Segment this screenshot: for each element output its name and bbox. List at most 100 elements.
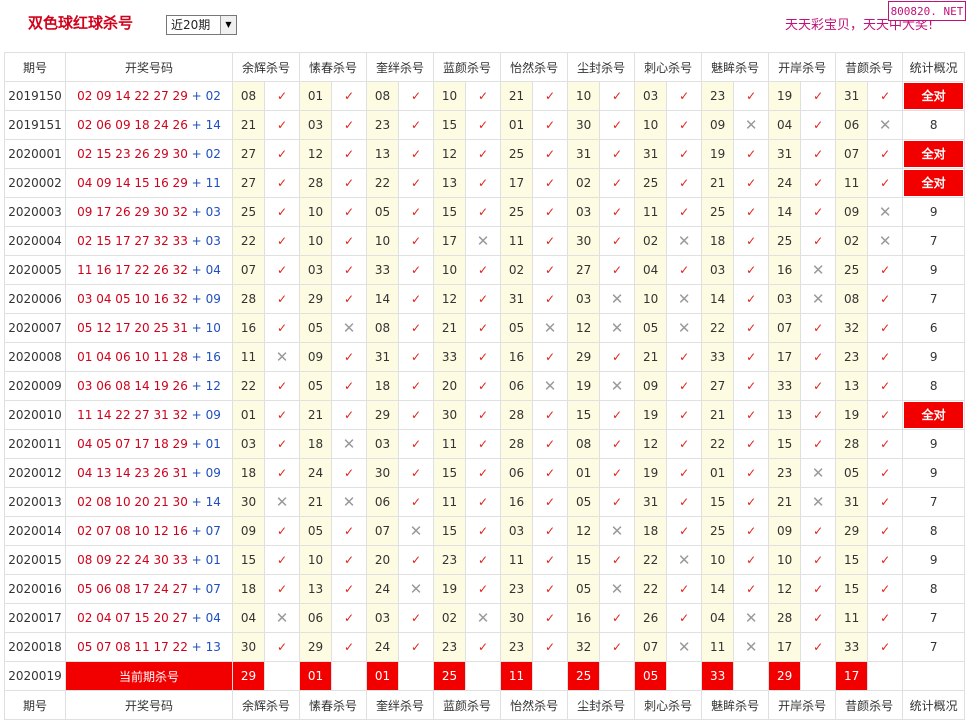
kill-number: 11 — [500, 226, 534, 256]
issue-cell: 2020010 — [4, 400, 66, 430]
kill-number: 14 — [768, 197, 802, 227]
check-icon: ✓ — [398, 342, 435, 372]
blue-ball: 10 — [205, 321, 221, 335]
stat-cell: 8 — [902, 110, 966, 140]
kill-number: 06 — [500, 371, 534, 401]
kill-number: 14 — [701, 284, 735, 314]
kill-number: 03 — [299, 255, 333, 285]
check-icon: ✓ — [599, 168, 636, 198]
table-row: 2020004 02 15 17 27 32 33 + 03 22 ✓ 10 ✓ 10 ✓ 17… — [4, 226, 966, 256]
blue-ball: 12 — [205, 379, 221, 393]
table-row: 2020001 02 15 23 26 29 30 + 02 27 ✓ 12 ✓ 13 ✓ 12… — [4, 139, 966, 169]
kill-number: 08 — [835, 284, 869, 314]
check-icon: ✓ — [263, 371, 301, 401]
header-expert: 昔颜杀号 — [835, 690, 904, 720]
check-icon: ✓ — [599, 603, 636, 633]
kill-number: 15 — [433, 458, 467, 488]
kill-number: 23 — [835, 342, 869, 372]
kill-number: 21 — [768, 487, 802, 517]
kill-number: 13 — [433, 168, 467, 198]
table-row: 2020009 03 06 08 14 19 26 + 12 22 ✓ 05 ✓ 18 ✓ 20… — [4, 371, 966, 401]
issue-cell: 2020001 — [4, 139, 66, 169]
kill-number: 32 — [835, 313, 869, 343]
current-kill-number: 29 — [232, 661, 265, 691]
cross-icon: ✕ — [263, 487, 301, 517]
period-select[interactable]: 近20期 ▼ — [166, 15, 237, 35]
plus-sign: + — [191, 205, 202, 219]
current-stat-blank — [902, 661, 966, 691]
stat-cell: 全对 — [902, 400, 966, 430]
check-icon: ✓ — [867, 400, 904, 430]
kill-number: 33 — [701, 342, 735, 372]
cross-icon: ✕ — [666, 313, 703, 343]
check-icon: ✓ — [733, 458, 770, 488]
stat-cell: 全对 — [902, 139, 966, 169]
kill-number: 01 — [299, 81, 333, 111]
draw-numbers: 09 17 26 29 30 32 + 03 — [65, 197, 233, 227]
stat-count: 9 — [929, 466, 938, 480]
current-blank — [666, 661, 703, 691]
kill-number: 12 — [567, 516, 601, 546]
cross-icon: ✕ — [465, 603, 502, 633]
header-expert: 魅眸杀号 — [701, 690, 770, 720]
kill-number: 15 — [433, 197, 467, 227]
check-icon: ✓ — [733, 400, 770, 430]
check-icon: ✓ — [599, 197, 636, 227]
stat-count: 8 — [929, 524, 938, 538]
kill-number: 27 — [567, 255, 601, 285]
kill-number: 28 — [232, 284, 265, 314]
all-correct-badge: 全对 — [904, 141, 964, 167]
period-select-value: 近20期 — [171, 18, 211, 32]
blue-ball: 09 — [205, 408, 221, 422]
kill-number: 31 — [835, 81, 869, 111]
stat-count: 8 — [929, 118, 938, 132]
cross-icon: ✕ — [599, 574, 636, 604]
kill-number: 29 — [366, 400, 400, 430]
kill-number: 07 — [232, 255, 265, 285]
kill-number: 16 — [232, 313, 265, 343]
stat-cell: 7 — [902, 226, 966, 256]
table-row: 2020010 11 14 22 27 31 32 + 09 01 ✓ 21 ✓ 29 ✓ 30… — [4, 400, 966, 430]
kill-number: 19 — [835, 400, 869, 430]
cross-icon: ✕ — [867, 226, 904, 256]
kill-number: 17 — [500, 168, 534, 198]
kill-number: 05 — [634, 313, 668, 343]
check-icon: ✓ — [800, 429, 837, 459]
blue-ball: 14 — [205, 495, 221, 509]
check-icon: ✓ — [532, 284, 569, 314]
table-row: 2020018 05 07 08 11 17 22 + 13 30 ✓ 29 ✓ 24 ✓ 23… — [4, 632, 966, 662]
check-icon: ✓ — [331, 516, 368, 546]
red-balls: 02 09 14 22 27 29 — [77, 89, 188, 103]
check-icon: ✓ — [532, 226, 569, 256]
draw-numbers: 02 04 07 15 20 27 + 04 — [65, 603, 233, 633]
kill-number: 18 — [366, 371, 400, 401]
check-icon: ✓ — [331, 110, 368, 140]
check-icon: ✓ — [331, 400, 368, 430]
plus-sign: + — [191, 176, 202, 190]
cross-icon: ✕ — [800, 487, 837, 517]
kill-number: 28 — [500, 429, 534, 459]
kill-number: 30 — [433, 400, 467, 430]
kill-number: 10 — [299, 545, 333, 575]
chevron-down-icon[interactable]: ▼ — [220, 16, 236, 34]
kill-number: 04 — [701, 603, 735, 633]
current-kill-number: 29 — [768, 661, 802, 691]
plus-sign: + — [191, 263, 202, 277]
draw-numbers: 04 13 14 23 26 31 + 09 — [65, 458, 233, 488]
header-expert: 奎绊杀号 — [366, 52, 435, 82]
kill-number: 13 — [299, 574, 333, 604]
check-icon: ✓ — [867, 342, 904, 372]
check-icon: ✓ — [867, 487, 904, 517]
check-icon: ✓ — [532, 110, 569, 140]
kill-number: 01 — [567, 458, 601, 488]
check-icon: ✓ — [398, 487, 435, 517]
stat-count: 7 — [929, 234, 938, 248]
red-balls: 01 04 06 10 11 28 — [77, 350, 188, 364]
kill-number: 16 — [500, 487, 534, 517]
check-icon: ✓ — [733, 429, 770, 459]
kill-number: 22 — [701, 429, 735, 459]
check-icon: ✓ — [867, 545, 904, 575]
plus-sign: + — [191, 118, 202, 132]
check-icon: ✓ — [599, 458, 636, 488]
check-icon: ✓ — [867, 574, 904, 604]
